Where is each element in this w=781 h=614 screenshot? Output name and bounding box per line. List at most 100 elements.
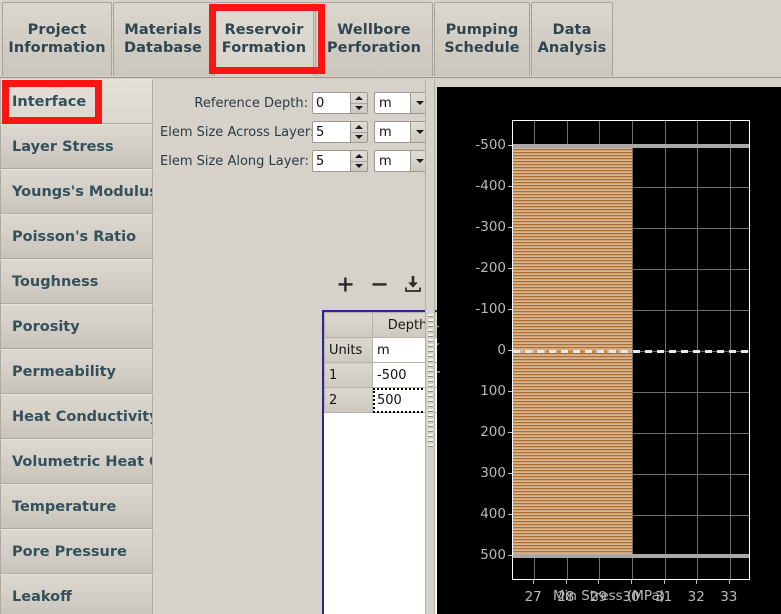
elem-size-along-layer-input[interactable] xyxy=(313,152,352,170)
plus-icon[interactable] xyxy=(328,270,362,298)
sidebar-item-interface[interactable]: Interface xyxy=(0,79,153,124)
sidebar-item-youngss-modulus[interactable]: Youngs's Modulus xyxy=(0,169,153,214)
sidebar-item-label: Layer Stress xyxy=(12,138,114,155)
tab-label: Schedule xyxy=(444,39,520,56)
reference-depth-spinner-arrows xyxy=(350,93,367,113)
sidebar-item-permeability[interactable]: Permeability xyxy=(0,349,153,394)
sidebar-item-label: Poisson's Ratio xyxy=(12,228,137,245)
tab-label: Pumping xyxy=(445,21,519,38)
sidebar-item-porosity[interactable]: Porosity xyxy=(0,304,153,349)
tab-label: Project xyxy=(27,21,87,38)
table-row-header[interactable]: 2 xyxy=(324,387,373,413)
field-row-elem-size-across-layer: Elem Size Across Layer: m xyxy=(160,121,430,143)
elem-size-across-layer-input[interactable] xyxy=(313,123,352,141)
plot-y-tick-label: 0 xyxy=(497,342,506,358)
tab-reservoir-formation[interactable]: Reservoir Formation xyxy=(214,2,314,76)
tab-label: Materials xyxy=(124,21,202,38)
elem-size-along-layer-unit-select[interactable]: m xyxy=(374,150,430,172)
sidebar-item-leakoff[interactable]: Leakoff xyxy=(0,574,153,614)
sidebar-item-label: Interface xyxy=(12,93,87,110)
plot-x-tick-mark xyxy=(533,580,535,584)
field-row-reference-depth: Reference Depth: m xyxy=(170,92,430,114)
plot-x-tick-label: 33 xyxy=(720,589,738,605)
plot-x-tick-label: 30 xyxy=(622,589,640,605)
elem-size-along-layer-spinner[interactable] xyxy=(312,150,368,172)
plot-x-tick-mark xyxy=(728,580,730,584)
sidebar-item-toughness[interactable]: Toughness xyxy=(0,259,153,304)
plot-x-tick-mark xyxy=(696,580,698,584)
elem-size-across-layer-unit-select[interactable]: m xyxy=(374,121,430,143)
plot-y-tick-mark xyxy=(508,267,512,269)
plot-interface-line xyxy=(513,554,749,559)
table-header-cell[interactable] xyxy=(324,312,373,338)
sidebar-item-label: Permeability xyxy=(12,363,117,380)
reference-depth-label: Reference Depth: xyxy=(194,95,308,111)
elem-size-across-layer-label: Elem Size Across Layer: xyxy=(160,124,315,140)
property-sidebar: Interface Layer Stress Youngs's Modulus Poi… xyxy=(0,79,153,614)
plot-y-tick-mark xyxy=(508,226,512,228)
plot-y-tick-label: -100 xyxy=(475,300,506,317)
spinner-down-icon[interactable] xyxy=(351,162,367,172)
spinner-down-icon[interactable] xyxy=(351,104,367,114)
plot-y-tick-label: 100 xyxy=(480,383,506,400)
plot-x-tick-label: 29 xyxy=(589,589,607,605)
reference-depth-unit-select[interactable]: m xyxy=(374,92,430,114)
plot-x-tick-mark xyxy=(598,580,600,584)
tab-label: Reservoir xyxy=(224,21,304,38)
reference-depth-input[interactable] xyxy=(313,94,352,112)
spinner-up-icon[interactable] xyxy=(351,151,367,162)
plot-y-tick-label: -300 xyxy=(475,218,506,235)
spinner-down-icon[interactable] xyxy=(351,133,367,143)
sidebar-item-pore-pressure[interactable]: Pore Pressure xyxy=(0,529,153,574)
sidebar-item-volumetric-heat-c[interactable]: Volumetric Heat C xyxy=(0,439,153,484)
elem-size-across-layer-spinner-arrows xyxy=(350,122,367,142)
plot-y-tick-mark xyxy=(508,185,512,187)
table-row-header[interactable]: Units xyxy=(324,337,373,363)
plot-x-tick-mark xyxy=(565,580,567,584)
plot-x-tick-label: 31 xyxy=(655,589,673,605)
sidebar-item-label: Heat Conductivity xyxy=(12,408,153,425)
tab-wellbore-perforation[interactable]: Wellbore Perforation xyxy=(315,2,433,76)
spinner-up-icon[interactable] xyxy=(351,122,367,133)
tab-materials-database[interactable]: Materials Database xyxy=(113,2,213,76)
plot-y-tick-mark xyxy=(508,144,512,146)
plot-y-tick-mark xyxy=(508,308,512,310)
plot-x-tick-mark xyxy=(631,580,632,584)
tab-pumping-schedule[interactable]: Pumping Schedule xyxy=(434,2,530,76)
sidebar-item-temperature[interactable]: Temperature xyxy=(0,484,153,529)
sidebar-item-label: Leakoff xyxy=(12,588,72,605)
tab-data-analysis[interactable]: Data Analysis xyxy=(531,2,613,76)
elem-size-across-layer-unit-value: m xyxy=(379,124,392,140)
plot-y-tick-label: -500 xyxy=(475,136,506,153)
plot-y-tick-mark xyxy=(508,350,512,351)
sidebar-item-heat-conductivity[interactable]: Heat Conductivity xyxy=(0,394,153,439)
sidebar-item-label: Porosity xyxy=(12,318,80,335)
sidebar-item-label: Temperature xyxy=(12,498,117,515)
panel-splitter[interactable] xyxy=(425,79,435,614)
tab-label: Database xyxy=(124,39,202,56)
tab-project-information[interactable]: Project Information xyxy=(2,2,112,76)
plot-y-tick-label: 200 xyxy=(480,424,506,441)
table-row-header[interactable]: 1 xyxy=(324,362,373,388)
plot-y-tick-label: 300 xyxy=(480,465,506,482)
tab-label: Perforation xyxy=(326,39,422,56)
splitter-grip[interactable] xyxy=(428,314,433,449)
elem-size-along-layer-unit-value: m xyxy=(379,153,392,169)
elem-size-along-layer-spinner-arrows xyxy=(350,151,367,171)
plot-y-tick-label: -200 xyxy=(475,259,506,276)
tab-label: Data xyxy=(552,21,592,38)
sidebar-item-label: Pore Pressure xyxy=(12,543,127,560)
tab-label: Formation xyxy=(221,39,307,56)
sidebar-item-poissons-ratio[interactable]: Poisson's Ratio xyxy=(0,214,153,259)
reference-depth-spinner[interactable] xyxy=(312,92,368,114)
layer-profile-plot: Depth (m) Min Stress (MPa) -500 -400 -300-… xyxy=(437,87,781,614)
plot-y-tick-mark xyxy=(508,432,512,434)
tab-label: Wellbore xyxy=(337,21,411,38)
reference-depth-unit-value: m xyxy=(379,95,392,111)
plot-y-tick-mark xyxy=(508,555,512,557)
sidebar-item-layer-stress[interactable]: Layer Stress xyxy=(0,124,153,169)
minus-icon[interactable] xyxy=(362,270,396,298)
spinner-up-icon[interactable] xyxy=(351,93,367,104)
field-row-elem-size-along-layer: Elem Size Along Layer: m xyxy=(160,150,430,172)
elem-size-across-layer-spinner[interactable] xyxy=(312,121,368,143)
